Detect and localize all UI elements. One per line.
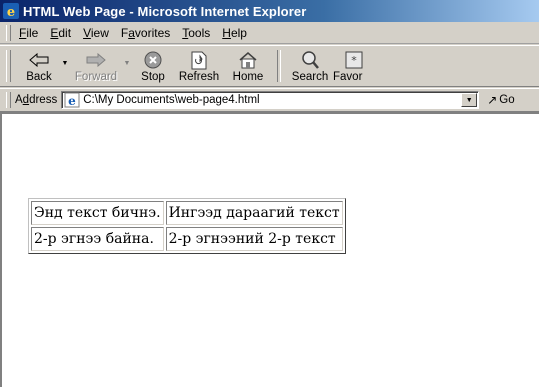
search-icon [299,50,321,70]
toolbar-separator [277,50,281,82]
back-dropdown[interactable]: ▼ [59,46,71,86]
table-cell: Энд текст бичнэ. [31,201,164,225]
back-button[interactable]: Back [19,46,59,86]
address-input[interactable]: e C:\My Documents\web-page4.html ▼ [61,91,480,109]
stop-label: Stop [141,71,165,83]
title-bar[interactable]: e HTML Web Page - Microsoft Internet Exp… [0,0,539,22]
address-dropdown-button[interactable]: ▼ [461,93,478,107]
go-button[interactable]: ↗ Go [487,93,514,107]
standard-toolbar: Back ▼ Forward ▼ Stop Refresh Home Searc… [0,45,539,87]
table-row: 2-р эгнээ байна. 2-р эгнээний 2-р текст [31,227,343,251]
forward-button[interactable]: Forward [71,46,121,86]
go-label: Go [499,94,515,106]
data-table: Энд текст бичнэ. Ингээд дараагий текст 2… [28,198,346,254]
menu-bar: File Edit View Favorites Tools Help [0,22,539,44]
address-label: Address [15,94,58,106]
favorites-button[interactable]: * Favor [333,46,373,86]
window-title: HTML Web Page - Microsoft Internet Explo… [23,3,307,19]
table-cell: 2-р эгнээ байна. [31,227,164,251]
forward-label: Forward [74,71,118,83]
back-dropdown-icon: ▼ [61,60,69,67]
table-row: Энд текст бичнэ. Ингээд дараагий текст [31,201,343,225]
page-icon: e [64,92,80,108]
svg-text:e: e [68,94,76,108]
svg-text:e: e [7,5,15,19]
address-value: C:\My Documents\web-page4.html [83,94,260,106]
address-grip[interactable] [6,92,11,108]
table-cell: Ингээд дараагий текст [165,201,343,225]
menu-edit[interactable]: Edit [50,26,71,40]
stop-button[interactable]: Stop [133,46,173,86]
back-arrow-icon [28,50,50,70]
favorites-icon: * [343,50,365,70]
search-label: Search [291,71,329,83]
home-icon [237,50,259,70]
favorites-label: Favor [333,71,363,83]
forward-dropdown-icon: ▼ [123,60,131,67]
refresh-icon [188,50,210,70]
menu-favorites[interactable]: Favorites [121,26,170,40]
table-cell: 2-р эгнээний 2-р текст [165,227,343,251]
menu-view[interactable]: View [83,26,109,40]
home-label: Home [232,71,264,83]
svg-text:*: * [351,54,357,67]
back-label: Back [26,71,52,83]
ie-logo-icon: e [3,3,19,19]
go-arrow-icon: ↗ [487,93,498,107]
stop-icon [142,50,164,70]
menu-file[interactable]: File [19,26,38,40]
page-content: Энд текст бичнэ. Ингээд дараагий текст 2… [0,112,539,387]
refresh-button[interactable]: Refresh [173,46,225,86]
forward-arrow-icon [85,50,107,70]
menu-help[interactable]: Help [222,26,247,40]
search-button[interactable]: Search [287,46,333,86]
home-button[interactable]: Home [225,46,271,86]
menu-tools[interactable]: Tools [182,26,210,40]
refresh-label: Refresh [178,71,220,83]
address-bar: Address e C:\My Documents\web-page4.html… [0,88,539,112]
chevron-down-icon: ▼ [465,96,473,104]
menu-grip[interactable] [6,24,11,41]
toolbar-grip[interactable] [6,50,11,82]
forward-dropdown[interactable]: ▼ [121,46,133,86]
